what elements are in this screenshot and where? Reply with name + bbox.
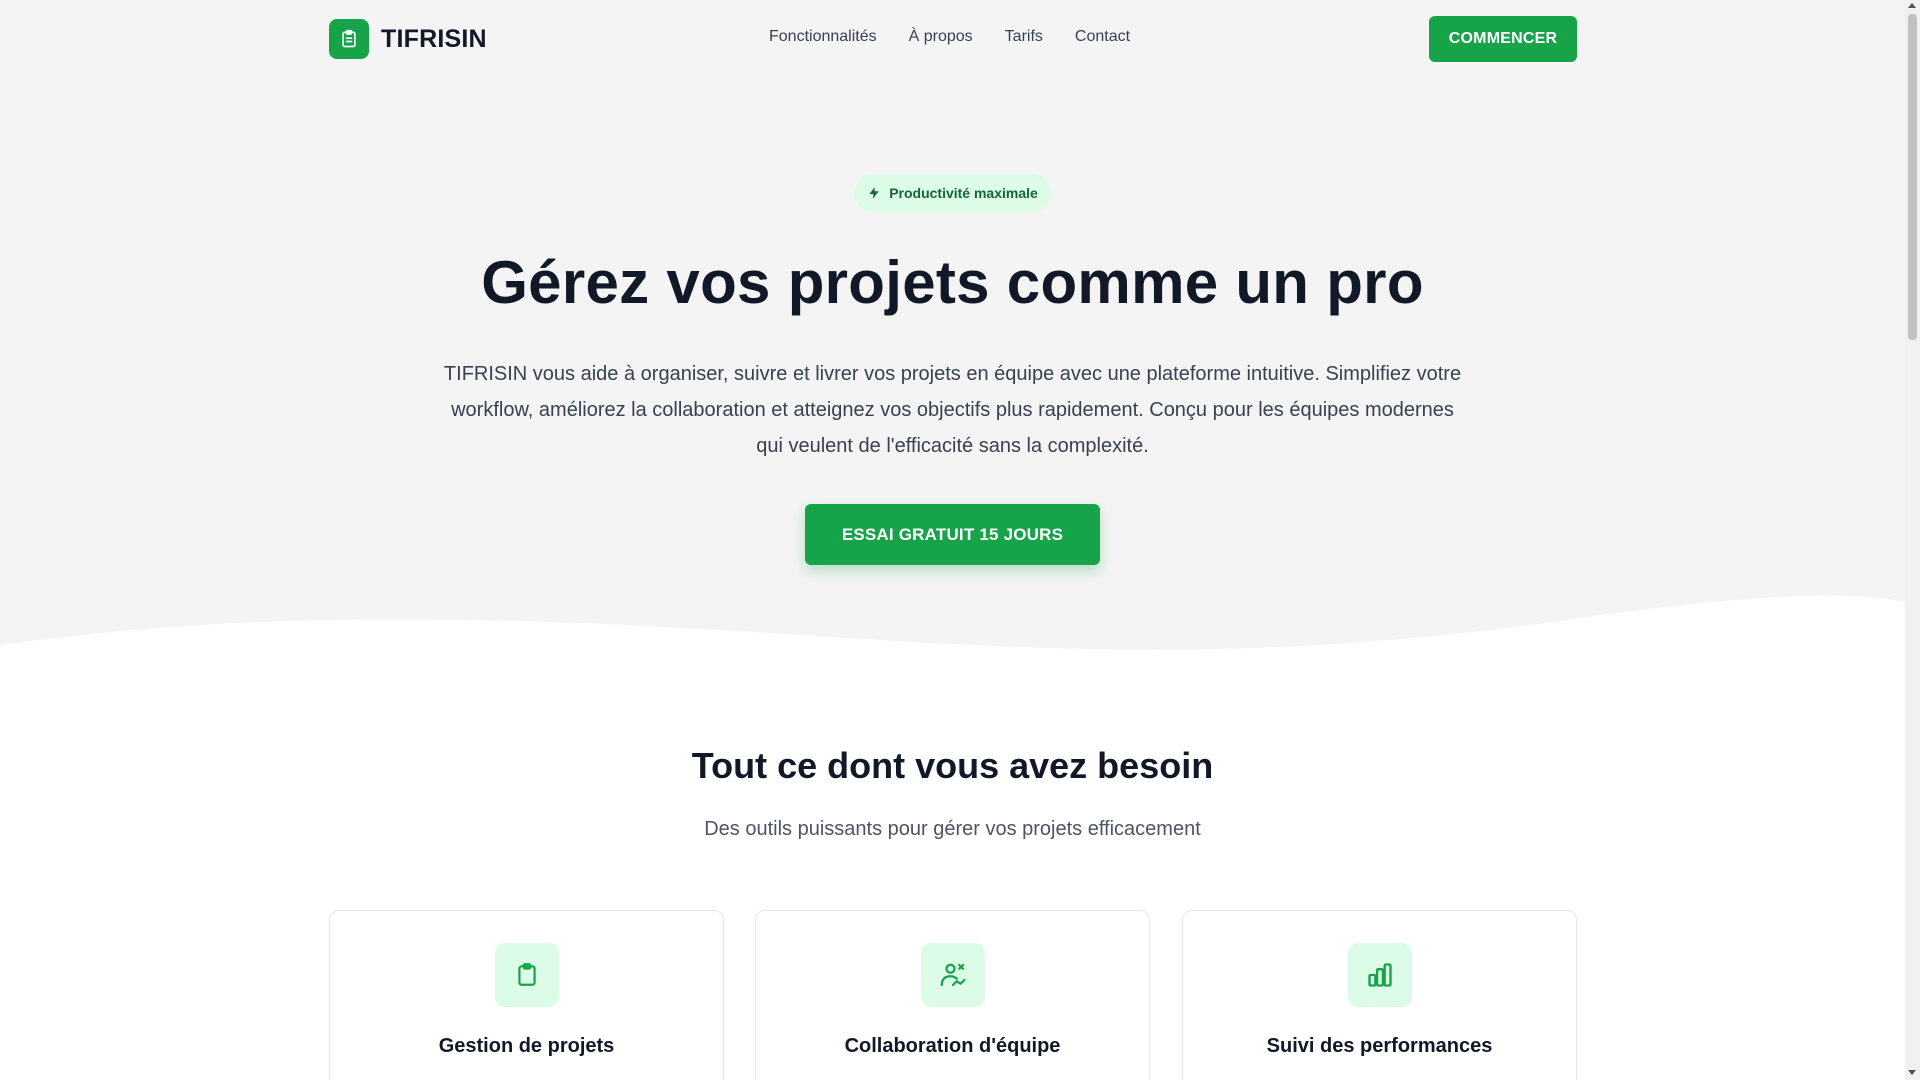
free-trial-button[interactable]: ESSAI GRATUIT 15 JOURS bbox=[805, 504, 1100, 565]
brand-name: TIFRISIN bbox=[381, 24, 487, 53]
productivity-badge: Productivité maximale bbox=[854, 174, 1051, 212]
feature-card-title: Suivi des performances bbox=[1266, 1035, 1493, 1057]
main-nav: Fonctionnalités À propos Tarifs Contact bbox=[769, 28, 1130, 46]
top-navbar: TIFRISIN Fonctionnalités À propos Tarifs… bbox=[0, 0, 1905, 78]
bar-chart-icon bbox=[1348, 943, 1412, 1007]
feature-card-collaboration: Collaboration d'équipe bbox=[755, 910, 1150, 1080]
feature-card-projects: Gestion de projets bbox=[329, 910, 724, 1080]
features-title: Tout ce dont vous avez besoin bbox=[691, 745, 1214, 786]
nav-link-features[interactable]: Fonctionnalités bbox=[769, 28, 877, 46]
start-button[interactable]: COMMENCER bbox=[1429, 16, 1577, 62]
feature-card-performance: Suivi des performances bbox=[1182, 910, 1577, 1080]
hero-description: TIFRISIN vous aide à organiser, suivre e… bbox=[443, 363, 1462, 457]
scroll-down-icon[interactable] bbox=[1908, 1070, 1916, 1075]
hero-background bbox=[0, 0, 1905, 680]
clipboard-icon bbox=[495, 943, 559, 1007]
clipboard-icon bbox=[329, 19, 369, 59]
lightning-icon bbox=[869, 187, 879, 199]
feature-card-title: Gestion de projets bbox=[438, 1035, 615, 1057]
scrollbar-thumb[interactable] bbox=[1908, 14, 1917, 340]
scroll-up-icon[interactable] bbox=[1908, 3, 1916, 8]
vertical-scrollbar[interactable] bbox=[1905, 0, 1920, 1080]
nav-link-about[interactable]: À propos bbox=[909, 28, 973, 46]
badge-label: Productivité maximale bbox=[889, 185, 1038, 201]
brand-logo[interactable]: TIFRISIN bbox=[329, 19, 487, 59]
page: TIFRISIN Fonctionnalités À propos Tarifs… bbox=[0, 0, 1905, 1080]
feature-card-title: Collaboration d'équipe bbox=[844, 1035, 1061, 1057]
nav-link-pricing[interactable]: Tarifs bbox=[1005, 28, 1043, 46]
hero-title: Gérez vos projets comme un pro bbox=[481, 249, 1424, 316]
nav-link-contact[interactable]: Contact bbox=[1075, 28, 1130, 46]
team-handshake-icon bbox=[921, 943, 985, 1007]
hero-wave-divider bbox=[0, 595, 1905, 680]
features-subtitle: Des outils puissants pour gérer vos proj… bbox=[704, 818, 1201, 840]
